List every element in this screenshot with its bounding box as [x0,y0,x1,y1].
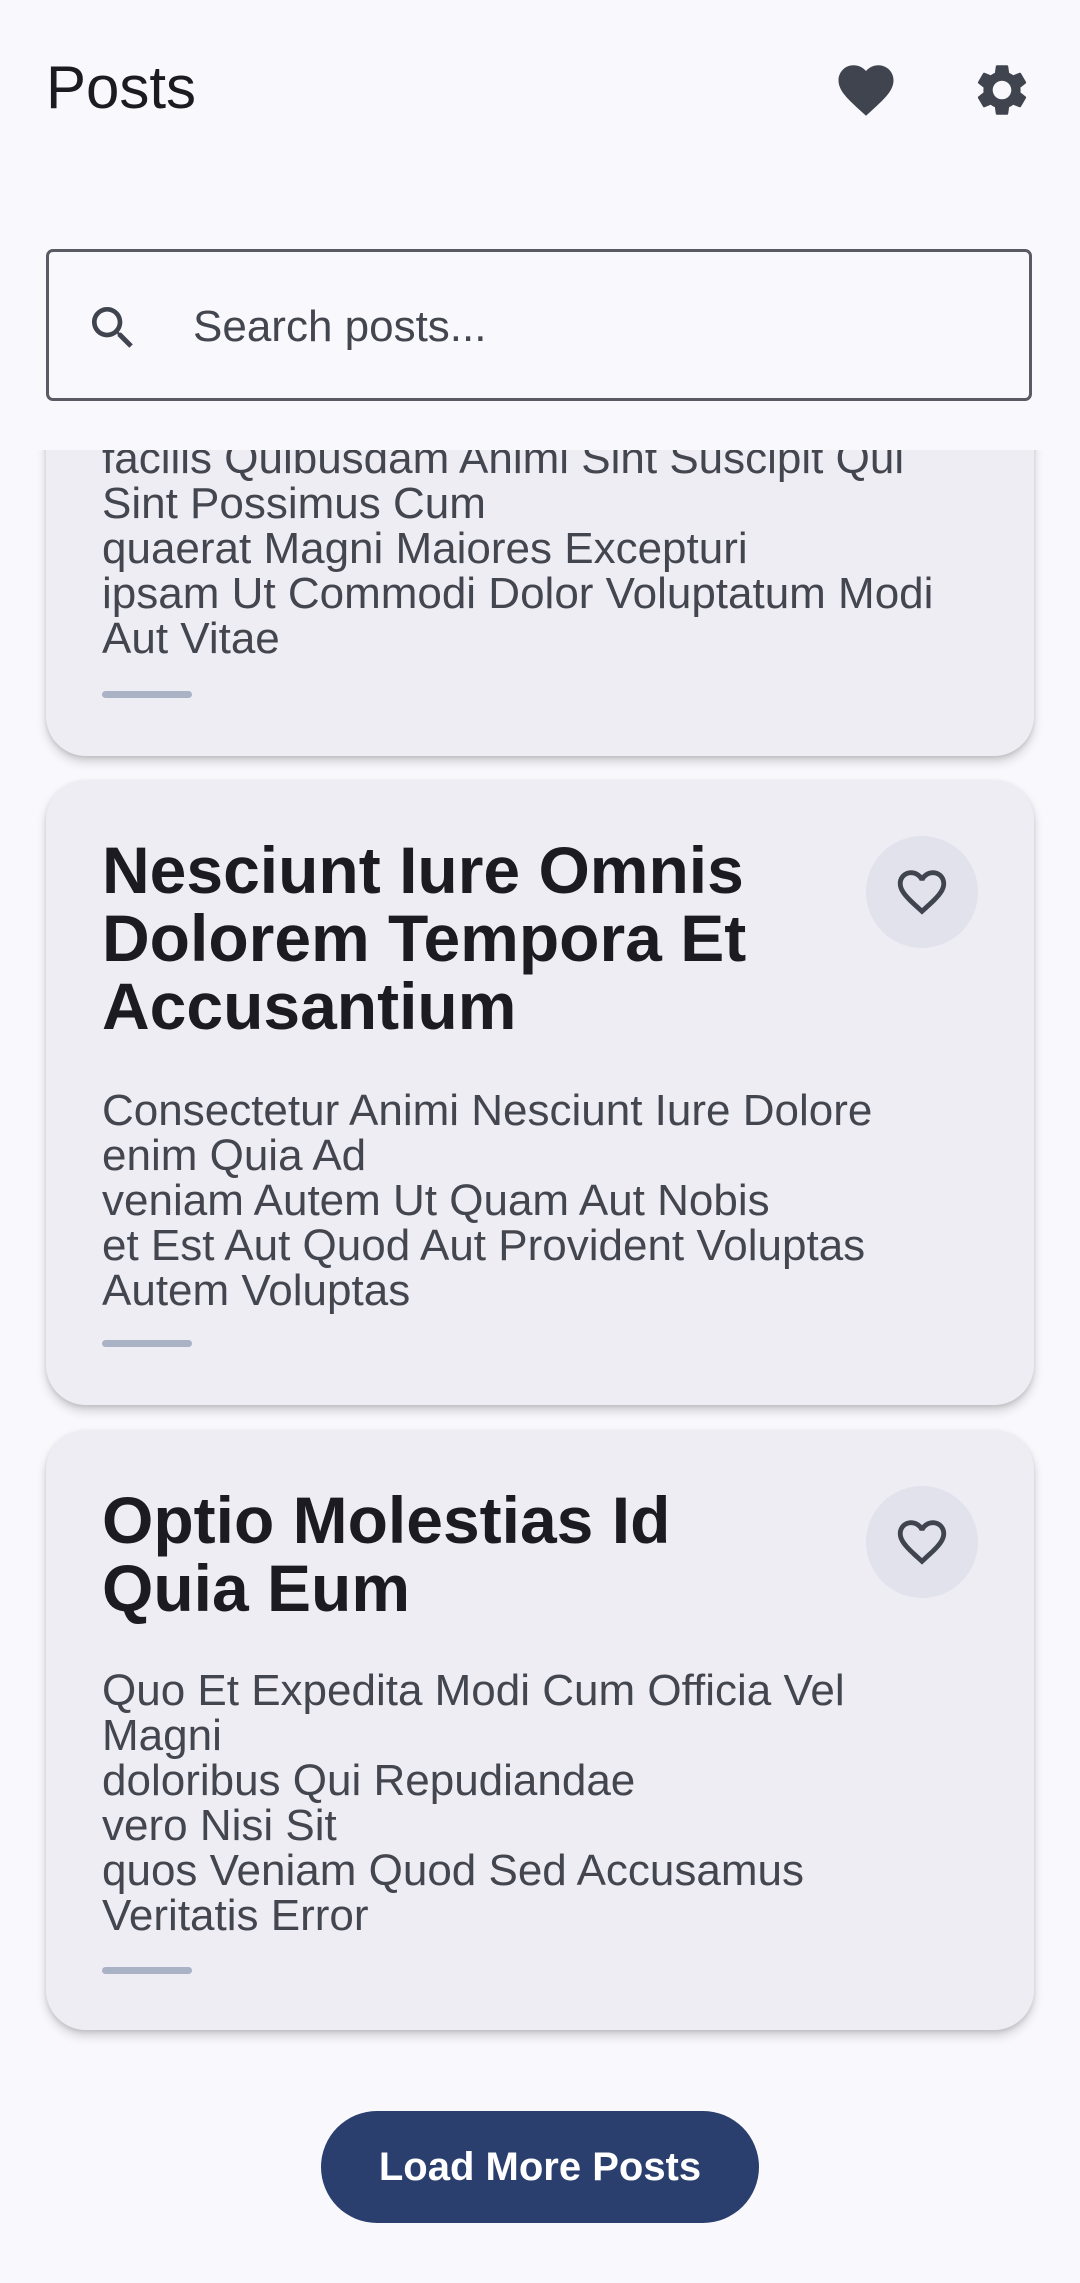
post-body: facilis Quibusdam Animi Sint Suscipit Qu… [102,434,934,663]
favorite-button[interactable] [866,836,978,948]
posts-screen: facilis Quibusdam Animi Sint Suscipit Qu… [0,0,1080,2283]
gear-icon [977,65,1027,115]
heart-filled-icon [838,65,894,116]
settings-button[interactable] [954,42,1050,138]
post-card[interactable]: Nesciunt Iure Omnis Dolorem Tempora Et A… [46,780,1034,1405]
post-body: Consectetur Animi Nesciunt Iure Dolore e… [102,1086,873,1315]
post-divider [102,1340,192,1347]
post-card[interactable]: Optio Molestias Id Quia Eum Quo Et Exped… [46,1430,1034,2030]
search-area [0,176,1080,450]
page-title: Posts [46,54,197,121]
search-input[interactable] [191,282,995,372]
post-divider [102,691,192,698]
favorites-button[interactable] [818,42,914,138]
load-more-button[interactable]: Load More Posts [321,2111,759,2223]
post-title: Nesciunt Iure Omnis Dolorem Tempora Et A… [102,833,747,1043]
heart-outline-icon [897,870,947,915]
post-divider [102,1967,192,1974]
post-title: Optio Molestias Id Quia Eum [102,1483,671,1625]
favorite-button[interactable] [866,1486,978,1598]
post-body: Quo Et Expedita Modi Cum Officia Vel Mag… [102,1666,845,1940]
search-field[interactable] [46,249,1032,401]
search-icon [92,307,133,348]
top-app-bar: Posts [0,0,1080,176]
heart-outline-icon [897,1520,947,1565]
